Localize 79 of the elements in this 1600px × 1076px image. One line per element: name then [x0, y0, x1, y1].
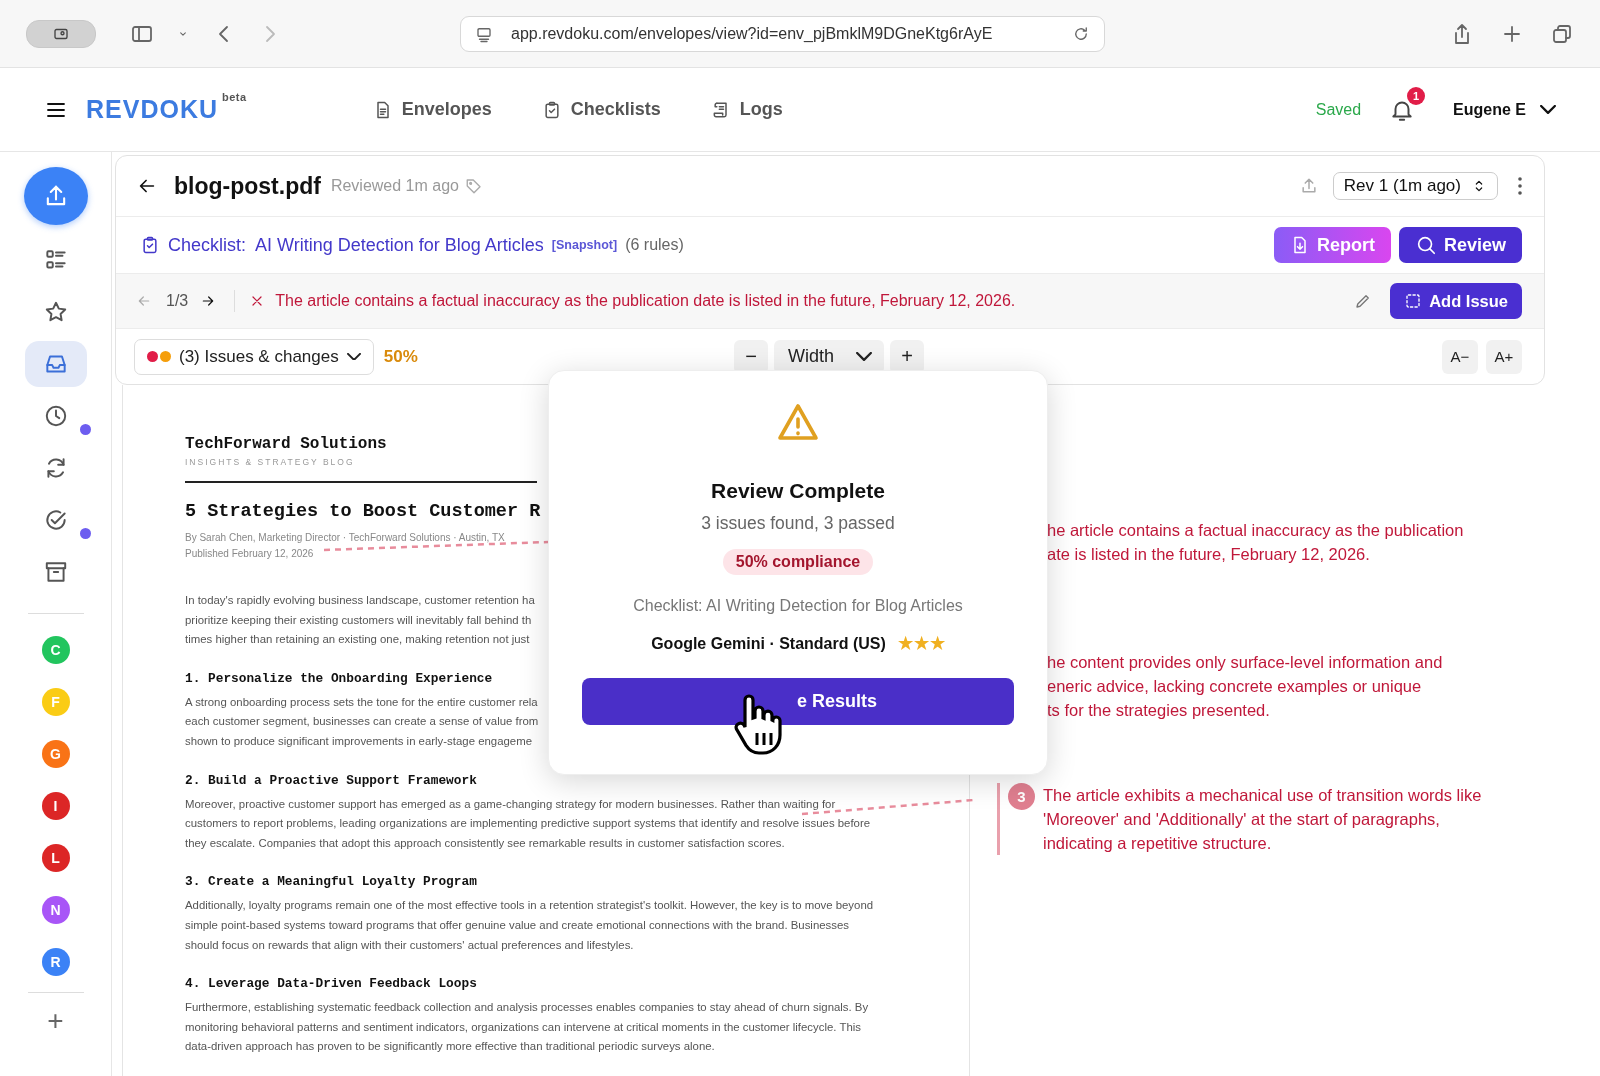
- avatar[interactable]: L: [41, 844, 70, 872]
- checklist-link[interactable]: Checklist: AI Writing Detection for Blog Articles: [168, 234, 544, 256]
- paragraph-line: times higher than retaining an existing one, making retention not just: [185, 632, 530, 648]
- paragraph-line: In today's rapidly evolving business landscape, customer retention ha: [185, 593, 535, 608]
- section-heading: 3. Create a Meaningful Loyalty Program: [185, 873, 478, 891]
- section-heading: 4. Leverage Data-Driven Feedback Loops: [185, 975, 478, 993]
- paragraph-line: Furthermore, establishing systematic feedback collection and analysis processes enables companies to stay ahead of churn signals. By: [185, 1000, 869, 1016]
- issue-number: 3: [1008, 783, 1035, 810]
- article-title: 5 Strategies to Boost Customer R: [185, 501, 541, 522]
- add-button[interactable]: +: [47, 1005, 64, 1037]
- document-title: blog-post.pdf: [174, 172, 321, 200]
- issue-note-line: ts for the strategies presented.: [1047, 700, 1270, 721]
- star-rating: ★★★: [897, 633, 945, 654]
- avatar[interactable]: R: [41, 948, 70, 976]
- issue-note-line: ate is listed in the future, February 12, 2026.: [1047, 544, 1370, 565]
- issue-note-line: he content provides only surface-level information and: [1047, 652, 1443, 673]
- compliance-percent: 50%: [383, 346, 418, 367]
- previous-arrow-icon: [136, 293, 152, 309]
- blog-tagline: INSIGHTS & STRATEGY BLOG: [185, 457, 355, 467]
- results-button[interactable]: e Results: [582, 678, 1014, 725]
- company-name: TechForward Solutions: [185, 435, 387, 453]
- issue-note-line: eneric advice, lacking concrete examples or unique: [1047, 676, 1422, 697]
- rule-count: (6 rules): [625, 236, 684, 254]
- paragraph-line: each customer segment, businesses can create a sense of value from: [185, 714, 539, 730]
- compliance-badge: 50% compliance: [722, 549, 874, 575]
- model-name: Google Gemini · Standard (US): [651, 634, 886, 653]
- paragraph-line: monitoring behavioral patterns and sentiment indicators, organizations can intervene at critical moments in the customer lifecycle. This: [185, 1019, 861, 1035]
- more-icon[interactable]: [1518, 177, 1522, 195]
- reload-icon: [1072, 24, 1090, 43]
- chevron-down-icon: [346, 352, 361, 361]
- beta-label: beta: [222, 91, 247, 103]
- paragraph-line: customers to report problems, leading organizations are implementing predictive support systems that identify and resolve issues before: [185, 816, 871, 832]
- logo[interactable]: REVDOKU: [86, 95, 218, 124]
- profile-button[interactable]: [26, 19, 96, 48]
- font-smaller-button[interactable]: A−: [1442, 339, 1478, 374]
- paragraph-line: should focus on rewards that align with their customers' actual preferences and lifestyles.: [185, 937, 634, 953]
- nav-link[interactable]: Logs: [710, 99, 783, 120]
- avatar[interactable]: N: [41, 896, 70, 924]
- paragraph-line: prioritize keeping their existing customers will inevitably fall behind th: [185, 612, 532, 628]
- avatar[interactable]: I: [41, 792, 70, 820]
- font-larger-button[interactable]: A+: [1486, 339, 1522, 374]
- snapshot-tag: [Snapshot]: [551, 238, 618, 252]
- paragraph-line: they escalate. Companies that adopt this approach consistently see remarkable results in customer satisfaction scores.: [185, 835, 785, 851]
- address-bar[interactable]: app.revdoku.com/envelopes/view?id=env_pjBmklM9DGneKtg6rAyE: [460, 15, 1105, 52]
- report-button[interactable]: Report: [1273, 227, 1391, 263]
- publish-date: Published February 12, 2026: [185, 548, 314, 559]
- chevron-down-icon: [856, 352, 872, 361]
- dashed-square-icon: [1404, 292, 1423, 310]
- byline: By Sarah Chen, Marketing Director · TechForward Solutions · Austin, TX: [185, 532, 505, 543]
- nav-link[interactable]: Envelopes: [372, 99, 492, 120]
- paragraph-line: simple point-based systems toward programs that offer genuine value and create emotional connections with the brand. Businesses: [185, 917, 849, 933]
- tag-icon: [465, 177, 483, 195]
- issue-filter[interactable]: (3) Issues & changes: [134, 338, 374, 375]
- review-status: Reviewed 1m ago: [330, 177, 459, 195]
- issue-note: The article exhibits a mechanical use of transition words like 'Moreover' and 'Additionally' at the start of paragraphs, indicating a repetitive structure.: [1043, 786, 1482, 852]
- section-heading: 2. Build a Proactive Support Framework: [185, 771, 478, 789]
- clipboard-icon: [140, 235, 160, 255]
- issue-message: The article contains a factual inaccuracy as the publication date is listed in the future, February 12, 2026.: [275, 292, 1016, 310]
- paragraph-line: Additionally, loyalty programs remain one of the most effective tools in a retention strategist's toolkit. However, the key is to move beyond: [185, 898, 874, 914]
- chevron-down-icon: [1540, 105, 1556, 114]
- user-menu[interactable]: Eugene E: [1453, 100, 1556, 119]
- sidebar-item[interactable]: [23, 167, 88, 225]
- save-status: Saved: [1315, 100, 1362, 119]
- notification-badge: 1: [1407, 86, 1426, 105]
- issue-note-line: he article contains a factual inaccuracy as the publication: [1047, 520, 1464, 541]
- paragraph-line: A strong onboarding process sets the tone for the entire customer rela: [185, 694, 538, 710]
- review-summary: 3 issues found, 3 passed: [701, 513, 895, 534]
- paragraph-line: shown to produce significant improvements in early-stage engageme: [185, 733, 532, 749]
- review-button[interactable]: Review: [1398, 227, 1522, 263]
- paragraph-line: Moreover, proactive customer support has emerged as a game-changing strategy for modern businesses. Rather than waiting for: [185, 796, 836, 812]
- nav-link[interactable]: Checklists: [541, 99, 661, 120]
- revision-select[interactable]: Rev 1 (1m ago): [1332, 172, 1498, 200]
- section-heading: 1. Personalize the Onboarding Experience: [185, 669, 494, 687]
- dialog-title: Review Complete: [711, 479, 885, 503]
- checklist-name: Checklist: AI Writing Detection for Blog Articles: [633, 597, 963, 615]
- paragraph-line: data-driven approach has proven to be significantly more effective than traditional periodic surveys alone.: [185, 1039, 715, 1055]
- sidebar-item[interactable]: [24, 341, 87, 387]
- issue-position: 1/3: [166, 292, 189, 310]
- add-issue-button[interactable]: Add Issue: [1390, 283, 1522, 319]
